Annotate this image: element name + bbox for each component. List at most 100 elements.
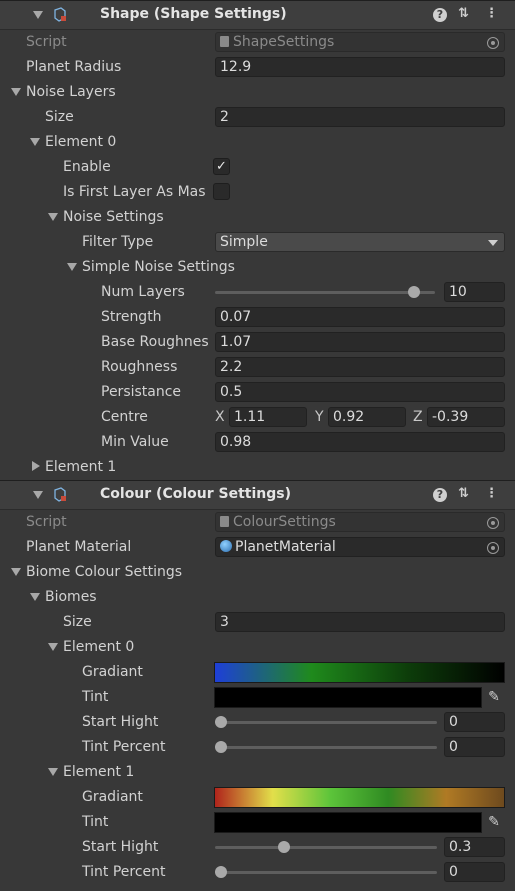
centre-y-label[interactable]: Y [315,409,324,425]
filter-type-dropdown[interactable]: Simple [215,232,505,252]
planet-material-value: PlanetMaterial [235,539,336,555]
start-hight-slider-track[interactable] [215,721,437,724]
filter-type-value: Simple [220,234,268,250]
start-hight-input[interactable]: 0.3 [444,837,505,857]
tint-percent-slider-track[interactable] [215,746,437,749]
size-input[interactable]: 2 [215,107,505,127]
num-layers-slider-track[interactable] [215,291,435,294]
foldout-arrow-icon[interactable] [32,461,40,471]
roughness-input[interactable]: 2.2 [215,357,505,377]
presets-icon[interactable]: ⇅ [458,6,469,21]
start-hight-input[interactable]: 0 [444,712,505,732]
object-picker-icon[interactable] [487,37,499,49]
biomes-row[interactable]: Biomes [0,585,515,610]
element-1-row[interactable]: Element 1 [0,455,515,480]
gradiant-label: Gradiant [82,789,143,805]
object-picker-icon[interactable] [487,542,499,554]
foldout-arrow-icon[interactable] [30,138,40,146]
biomes-size-row: Size 3 [0,610,515,635]
num-layers-label: Num Layers [101,284,185,300]
biome-colour-settings-row[interactable]: Biome Colour Settings [0,560,515,585]
planet-material-field[interactable]: PlanetMaterial [215,537,505,557]
size-input[interactable]: 3 [215,612,505,632]
gradient-field[interactable] [214,787,505,808]
first-layer-checkbox[interactable] [213,183,230,200]
strength-row: Strength 0.07 [0,305,515,330]
start-hight-slider-thumb[interactable] [278,841,290,853]
element-0-label: Element 0 [63,639,135,655]
tint-percent-input[interactable]: 0 [444,862,505,882]
more-options-icon[interactable]: ⋮ [485,6,498,21]
enable-checkbox[interactable]: ✓ [213,158,230,175]
start-hight-slider-thumb[interactable] [215,716,227,728]
script-field[interactable]: ColourSettings [215,512,505,532]
tint-percent-input[interactable]: 0 [444,737,505,757]
foldout-arrow-icon[interactable] [67,263,77,271]
gradient-field[interactable] [214,662,505,683]
tint-percent-slider-track[interactable] [215,871,437,874]
biome-element-1-row[interactable]: Element 1 [0,760,515,785]
persistance-row: Persistance 0.5 [0,380,515,405]
help-icon[interactable]: ? [433,488,447,502]
foldout-arrow-icon[interactable] [30,593,40,601]
centre-label: Centre [101,409,148,425]
base-roughness-input[interactable]: 1.07 [215,332,505,352]
centre-z-label[interactable]: Z [413,409,423,425]
simple-noise-row[interactable]: Simple Noise Settings [0,255,515,280]
size-label: Size [63,614,92,630]
eyedropper-icon[interactable]: ✎ [483,812,505,833]
min-value-input[interactable]: 0.98 [215,432,505,452]
more-options-icon[interactable]: ⋮ [485,486,498,501]
colour-component-header[interactable]: Colour (Colour Settings) ? ⇅ ⋮ [0,480,515,510]
start-hight-row: Start Hight 0.3 [0,835,515,860]
eyedropper-icon[interactable]: ✎ [483,687,505,708]
foldout-arrow-icon[interactable] [48,768,58,776]
element-1-label: Element 1 [63,764,135,780]
shape-component-header[interactable]: Shape (Shape Settings) ? ⇅ ⋮ [0,0,515,30]
noise-layers-size-row: Size 2 [0,105,515,130]
collapse-arrow-icon[interactable] [33,491,43,499]
foldout-arrow-icon[interactable] [11,568,21,576]
tint-percent-slider-thumb[interactable] [215,741,227,753]
centre-y-input[interactable]: 0.92 [328,407,406,427]
collapse-arrow-icon[interactable] [33,11,43,19]
gradiant-row: Gradiant [0,660,515,685]
script-field[interactable]: ShapeSettings [215,32,505,52]
num-layers-input[interactable]: 10 [444,282,505,302]
help-icon[interactable]: ? [433,8,447,22]
tint-color-field[interactable] [214,812,482,833]
roughness-row: Roughness 2.2 [0,355,515,380]
tint-color-field[interactable] [214,687,482,708]
foldout-arrow-icon[interactable] [48,643,58,651]
script-value: ColourSettings [233,514,336,530]
object-picker-icon[interactable] [487,517,499,529]
first-layer-row: Is First Layer As Mas [0,180,515,205]
strength-input[interactable]: 0.07 [215,307,505,327]
biome-element-0-row[interactable]: Element 0 [0,635,515,660]
material-icon [220,540,232,552]
noise-layers-row[interactable]: Noise Layers [0,80,515,105]
script-row: Script ShapeSettings [0,30,515,55]
persistance-label: Persistance [101,384,182,400]
min-value-row: Min Value 0.98 [0,430,515,455]
centre-x-label[interactable]: X [215,409,225,425]
foldout-arrow-icon[interactable] [11,88,21,96]
foldout-arrow-icon[interactable] [48,213,58,221]
centre-z-input[interactable]: -0.39 [427,407,505,427]
persistance-input[interactable]: 0.5 [215,382,505,402]
planet-radius-input[interactable]: 12.9 [215,57,505,77]
tint-row: Tint ✎ [0,810,515,835]
num-layers-slider-thumb[interactable] [407,286,420,298]
start-hight-slider-track[interactable] [215,846,437,849]
presets-icon[interactable]: ⇅ [458,486,469,501]
script-label: Script [26,34,67,50]
script-component-icon [54,487,66,502]
script-file-icon [220,36,229,47]
noise-settings-row[interactable]: Noise Settings [0,205,515,230]
tint-percent-row: Tint Percent 0 [0,860,515,885]
planet-material-row: Planet Material PlanetMaterial [0,535,515,560]
centre-x-input[interactable]: 1.11 [229,407,307,427]
element-0-row[interactable]: Element 0 [0,130,515,155]
start-hight-label: Start Hight [82,714,159,730]
tint-percent-slider-thumb[interactable] [215,866,227,878]
